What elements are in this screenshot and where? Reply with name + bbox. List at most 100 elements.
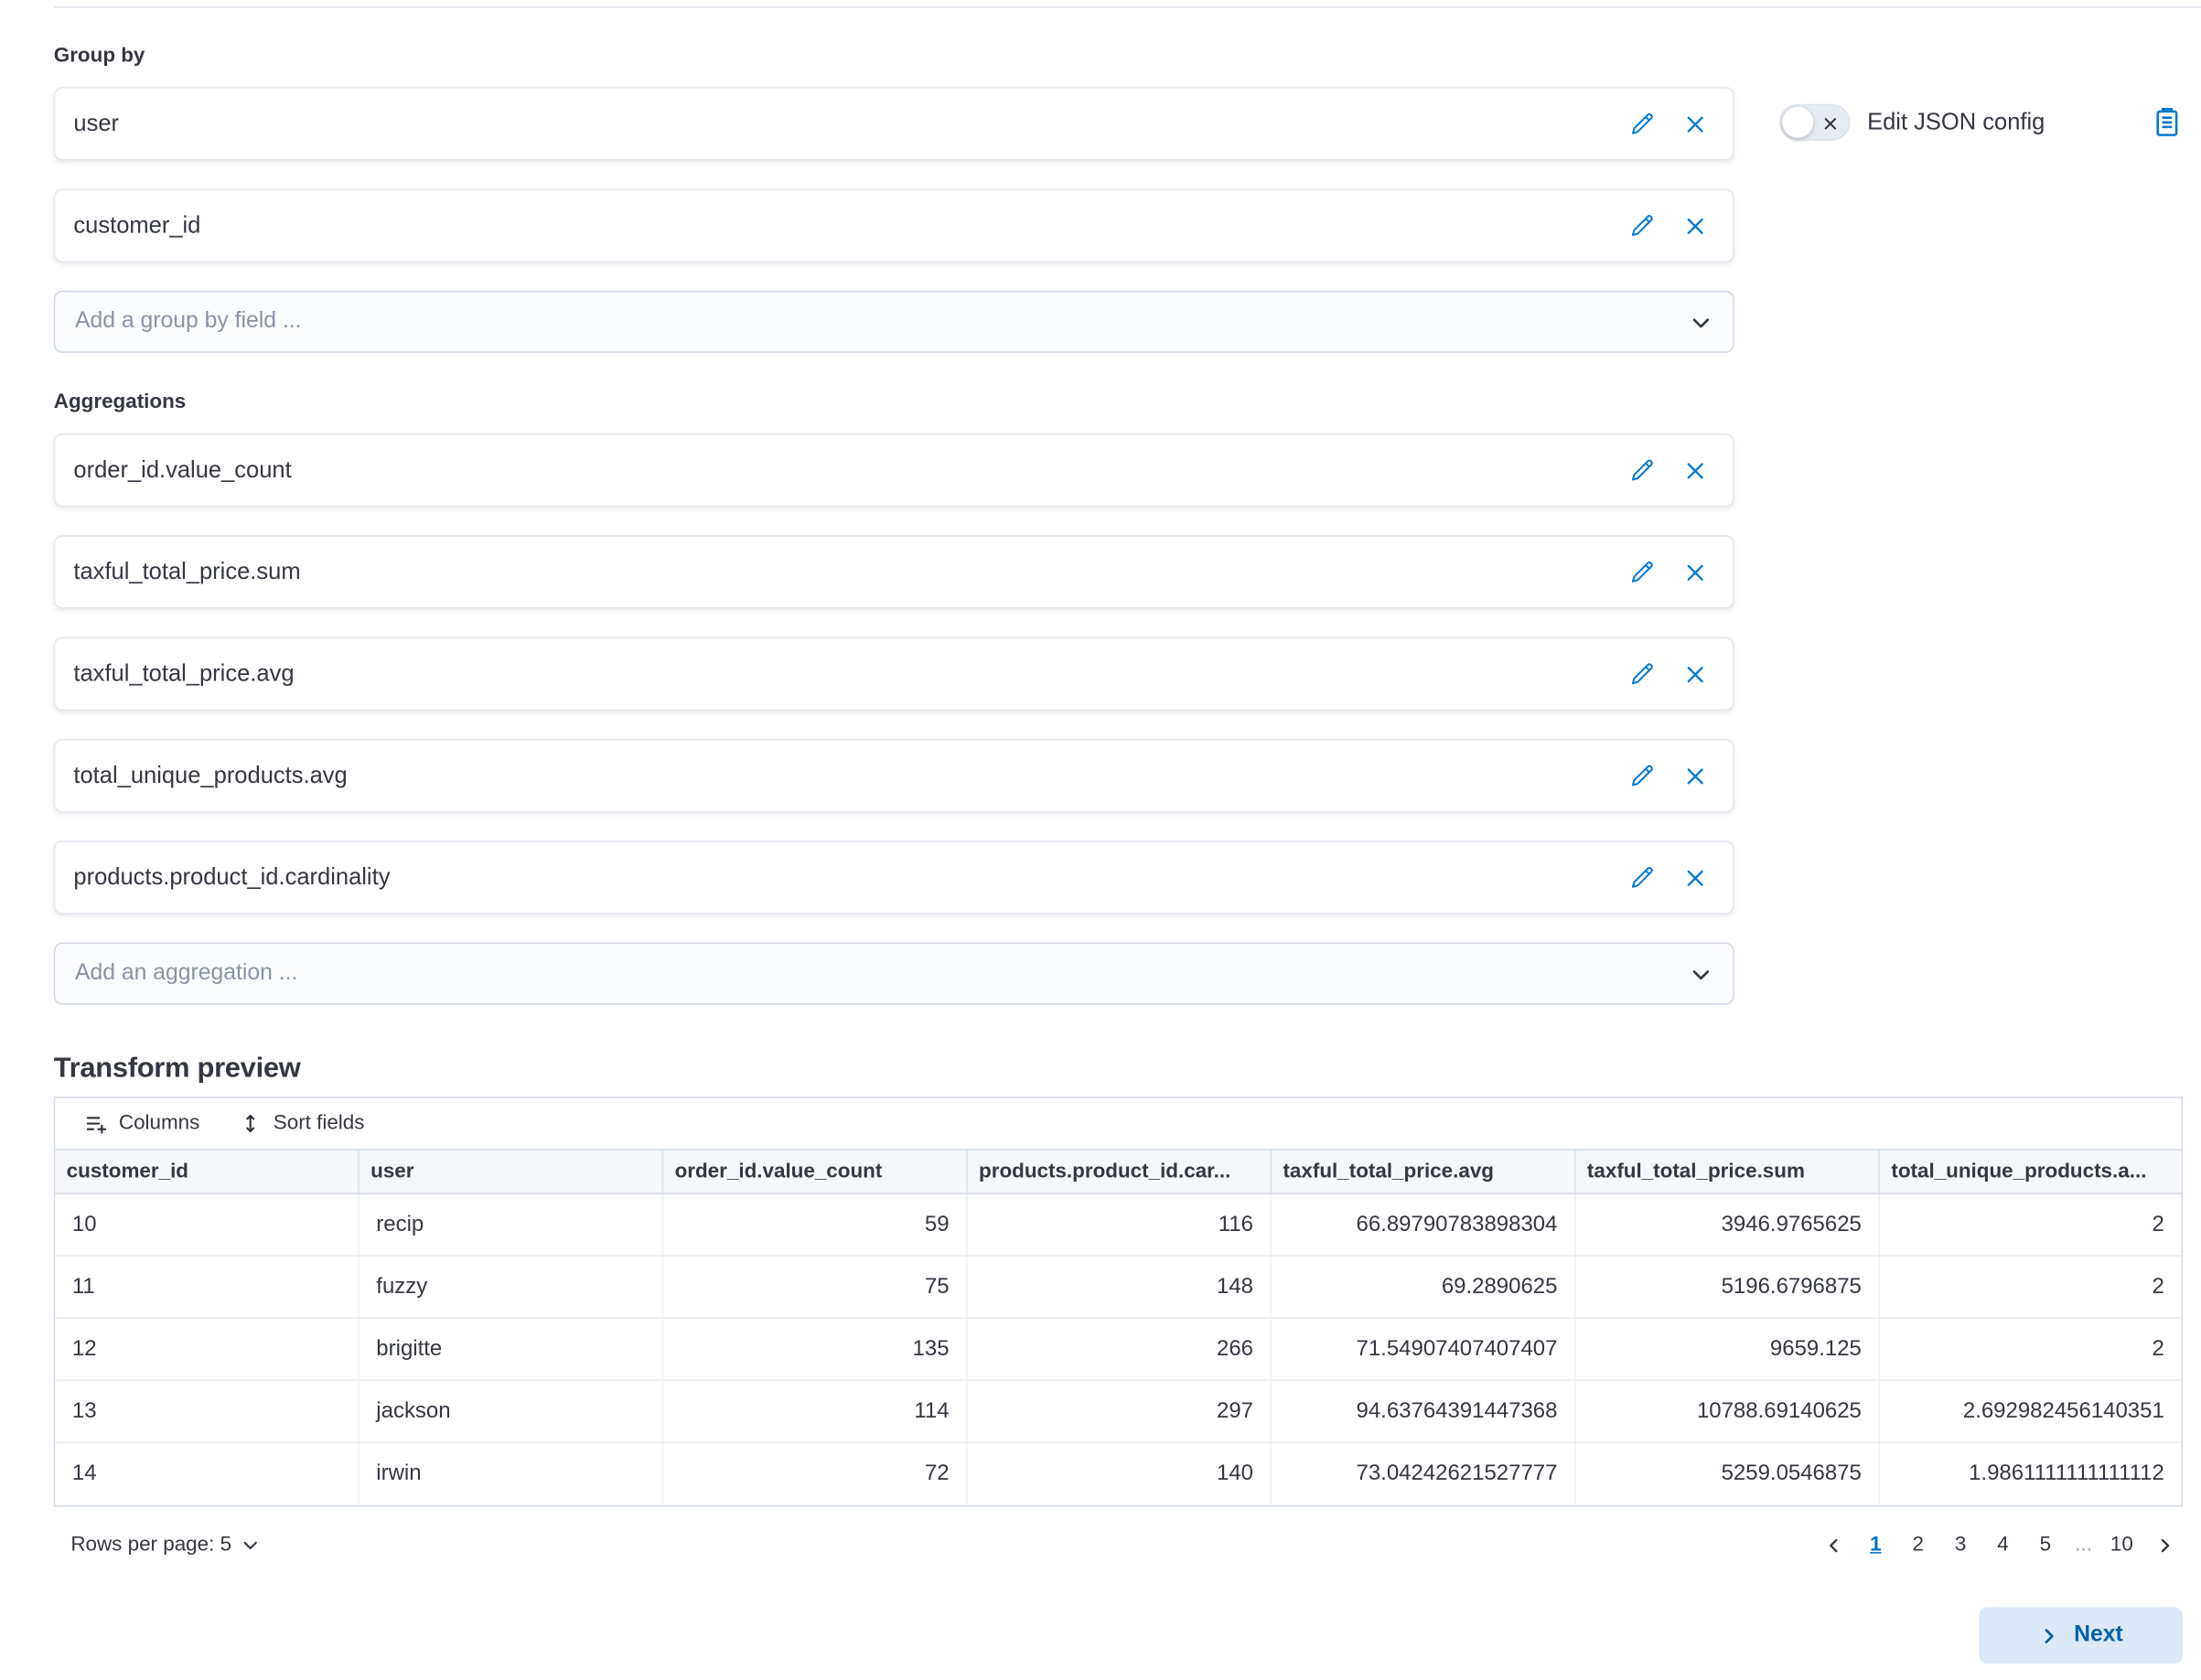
table-row: 13 jackson 114 297 94.63764391447368 107… [55,1381,2181,1443]
cell-price-sum: 5196.6796875 [1576,1257,1880,1317]
aggregations-label: Aggregations [54,391,1734,415]
toggle-off-icon [1822,115,1840,133]
remove-icon[interactable] [1683,560,1707,583]
preview-data-grid: Columns Sort fields customer_id user ord… [54,1097,2183,1506]
cell-order-count: 72 [663,1443,967,1505]
cell-price-sum: 9659.125 [1576,1319,1880,1379]
remove-icon[interactable] [1683,662,1707,686]
table-row: 11 fuzzy 75 148 69.2890625 5196.6796875 … [55,1257,2181,1319]
cell-customer-id: 10 [55,1194,359,1255]
cell-order-count: 135 [663,1319,967,1379]
aggregation-item: order_id.value_count [54,433,1734,507]
column-header[interactable]: taxful_total_price.avg [1272,1150,1575,1193]
group-by-item-customer-id: customer_id [54,188,1734,262]
column-header[interactable]: customer_id [55,1150,359,1193]
column-header[interactable]: total_unique_products.a... [1880,1150,2181,1193]
cell-order-count: 75 [663,1257,967,1317]
next-button[interactable]: Next [1979,1607,2183,1664]
cell-price-avg: 73.04242621527777 [1272,1443,1575,1505]
cell-product-cardinality: 297 [968,1381,1272,1441]
cell-customer-id: 13 [55,1381,359,1441]
remove-icon[interactable] [1683,214,1707,238]
edit-icon[interactable] [1629,560,1653,583]
cell-price-sum: 10788.69140625 [1576,1381,1880,1441]
column-header[interactable]: products.product_id.car... [968,1150,1272,1193]
aggregation-item-label: order_id.value_count [73,456,1629,483]
edit-icon[interactable] [1629,458,1653,482]
remove-icon[interactable] [1683,865,1707,889]
grid-header-row: customer_id user order_id.value_count pr… [55,1149,2181,1193]
copy-to-clipboard-button[interactable] [2152,107,2183,138]
edit-icon[interactable] [1629,214,1653,238]
edit-icon[interactable] [1629,865,1653,889]
cell-product-cardinality: 116 [968,1194,1272,1255]
cell-price-avg: 71.54907407407407 [1272,1319,1575,1379]
page-button[interactable]: 2 [1900,1526,1937,1563]
cell-unique-products-avg: 2 [1880,1194,2181,1255]
cell-user: recip [360,1194,663,1255]
group-by-item-label: customer_id [73,212,1629,239]
sort-fields-button[interactable]: Sort fields [240,1112,365,1135]
cell-user: jackson [360,1381,663,1441]
aggregation-item: taxful_total_price.avg [54,637,1734,711]
page-button[interactable]: 1 [1857,1526,1894,1563]
pagination: 1 2 3 4 5 ... 10 [1815,1526,2183,1563]
chevron-down-icon [240,1536,260,1556]
pivot-config-column: Group by user customer_id [54,45,1734,1005]
edit-icon[interactable] [1629,662,1653,686]
wizard-footer: Next [54,1607,2183,1664]
columns-button[interactable]: Columns [85,1112,200,1135]
chevron-right-icon [2038,1625,2059,1646]
transform-preview-section: Transform preview Columns Sort fields cu… [54,1052,2183,1565]
add-aggregation-input[interactable] [75,961,1689,987]
page-button[interactable]: 5 [2027,1526,2064,1563]
cell-user: brigitte [360,1319,663,1379]
cell-customer-id: 11 [55,1257,359,1317]
remove-icon[interactable] [1683,112,1707,135]
page-button[interactable]: 10 [2103,1526,2140,1563]
group-by-item-user: user [54,87,1734,160]
add-aggregation-combobox[interactable] [54,943,1734,1005]
cell-price-avg: 66.89790783898304 [1272,1194,1575,1255]
remove-icon[interactable] [1683,764,1707,787]
column-header[interactable]: order_id.value_count [663,1150,967,1193]
add-group-by-combobox[interactable] [54,291,1734,353]
next-page-icon[interactable] [2146,1526,2183,1563]
edit-icon[interactable] [1629,764,1653,787]
cell-price-avg: 94.63764391447368 [1272,1381,1575,1441]
aggregation-item: products.product_id.cardinality [54,840,1734,914]
previous-page-icon[interactable] [1815,1526,1852,1563]
transform-wizard-step: Group by user customer_id [0,6,2201,1679]
cell-customer-id: 12 [55,1319,359,1379]
grid-footer: Rows per page: 5 1 2 3 4 5 ... 10 [54,1525,2183,1565]
aggregation-item-label: taxful_total_price.sum [73,559,1629,585]
edit-icon[interactable] [1629,112,1653,135]
column-header[interactable]: user [360,1150,663,1193]
edit-json-toggle[interactable] [1779,104,1850,141]
group-by-item-label: user [73,111,1629,137]
cell-unique-products-avg: 2.692982456140351 [1880,1381,2181,1441]
sort-icon [240,1112,263,1135]
add-group-by-input[interactable] [75,309,1689,335]
cell-user: fuzzy [360,1257,663,1317]
aggregation-item: total_unique_products.avg [54,739,1734,812]
cell-product-cardinality: 148 [968,1257,1272,1317]
columns-icon [85,1112,108,1135]
aggregation-item: taxful_total_price.sum [54,535,1734,608]
remove-icon[interactable] [1683,458,1707,482]
edit-json-config-label[interactable]: Edit JSON config [1867,109,2045,135]
toggle-knob-icon [1782,107,1813,138]
table-row: 14 irwin 72 140 73.04242621527777 5259.0… [55,1443,2181,1505]
group-by-label: Group by [54,45,1734,69]
page-button[interactable]: 3 [1942,1526,1979,1563]
rows-per-page-button[interactable]: Rows per page: 5 [70,1534,260,1557]
table-row: 10 recip 59 116 66.89790783898304 3946.9… [55,1194,2181,1257]
columns-button-label: Columns [119,1112,199,1135]
rows-per-page-label: Rows per page: 5 [70,1534,231,1557]
chevron-down-icon[interactable] [1689,962,1712,986]
column-header[interactable]: taxful_total_price.sum [1576,1150,1880,1193]
chevron-down-icon[interactable] [1689,310,1712,334]
cell-price-sum: 5259.0546875 [1576,1443,1880,1505]
cell-customer-id: 14 [55,1443,359,1505]
page-button[interactable]: 4 [1984,1526,2021,1563]
